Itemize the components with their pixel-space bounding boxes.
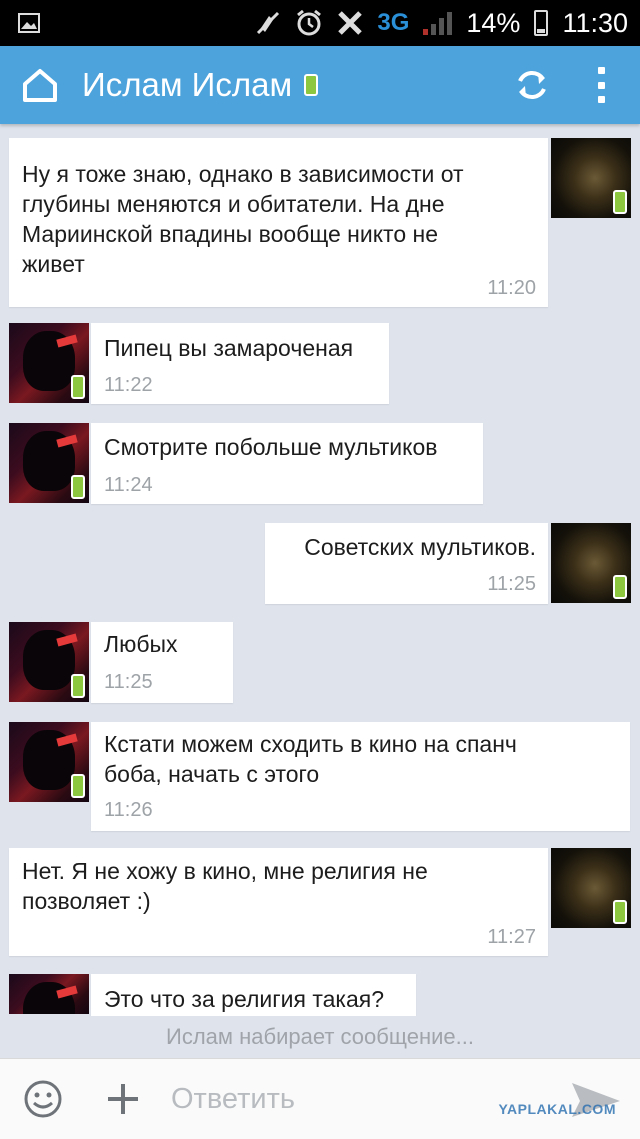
x-app-icon: [338, 11, 363, 35]
avatar[interactable]: [9, 323, 89, 403]
message-text: Ну я тоже знаю, однако в зависимости от …: [22, 161, 464, 277]
message-time: 11:25: [104, 671, 153, 693]
composer: YAPLAKAL.COM: [0, 1058, 640, 1139]
battery-icon: [534, 10, 549, 36]
status-bar: 3G 14% 11:30: [0, 0, 640, 46]
message-text: Кстати можем сходить в кино на спанч боб…: [104, 731, 517, 787]
message-outgoing: Нет. Я не хожу в кино, мне религия не по…: [9, 848, 548, 956]
message-list[interactable]: Ну я тоже знаю, однако в зависимости от …: [0, 124, 640, 1016]
mobile-online-icon: [71, 674, 85, 698]
clock: 11:30: [562, 7, 628, 38]
message-time: 11:24: [104, 474, 153, 496]
avatar[interactable]: [9, 423, 89, 503]
mobile-online-icon: [613, 575, 627, 599]
home-icon[interactable]: [20, 65, 60, 105]
avatar[interactable]: [551, 523, 631, 603]
network-type: 3G: [377, 9, 410, 36]
message-time: 11:26: [104, 799, 153, 821]
message-incoming: Любых 11:25: [91, 622, 233, 703]
message-incoming: Смотрите побольше мультиков 11:24: [91, 423, 483, 504]
chat-title: Ислам Ислам: [82, 66, 512, 104]
mobile-online-icon: [613, 190, 627, 214]
smile-icon[interactable]: [23, 1079, 63, 1119]
alarm-icon: [297, 9, 322, 36]
message-time: 11:25: [487, 573, 536, 595]
message-text: Советских мультиков.: [304, 534, 536, 560]
avatar[interactable]: [551, 138, 631, 218]
message-outgoing: Советских мультиков. 11:25: [265, 523, 548, 604]
watermark: YAPLAKAL.COM: [498, 1101, 616, 1117]
mobile-online-icon: [304, 74, 319, 96]
avatar[interactable]: [9, 974, 89, 1014]
refresh-icon[interactable]: [512, 65, 552, 105]
message-outgoing: Ну я тоже знаю, однако в зависимости от …: [9, 138, 548, 307]
mobile-online-icon: [71, 475, 85, 499]
message-incoming: Кстати можем сходить в кино на спанч боб…: [91, 722, 630, 831]
message-time: 11:22: [104, 374, 153, 396]
message-text: Это что за религия такая?: [104, 986, 384, 1012]
message-text: Любых: [104, 631, 178, 657]
plus-icon[interactable]: [105, 1081, 141, 1117]
signal-icon: [423, 11, 453, 35]
message-incoming: Это что за религия такая?: [91, 974, 416, 1016]
message-text: Нет. Я не хожу в кино, мне религия не по…: [22, 858, 428, 914]
gallery-notification-icon: [18, 13, 40, 33]
mobile-online-icon: [613, 900, 627, 924]
message-time: 11:20: [487, 277, 536, 299]
avatar[interactable]: [9, 722, 89, 802]
message-text: Пипец вы замароченая: [104, 335, 354, 361]
avatar[interactable]: [9, 622, 89, 702]
mute-icon: [257, 11, 280, 35]
message-incoming: Пипец вы замароченая 11:22: [91, 323, 389, 404]
avatar[interactable]: [551, 848, 631, 928]
message-time: 11:27: [487, 926, 536, 948]
battery-percent: 14%: [466, 7, 521, 38]
app-bar: Ислам Ислам: [0, 46, 640, 124]
typing-indicator: Ислам набирает сообщение...: [0, 1016, 640, 1058]
contact-name: Ислам Ислам: [82, 66, 293, 103]
message-text: Смотрите побольше мультиков: [104, 434, 438, 460]
overflow-menu-icon[interactable]: [596, 67, 606, 103]
mobile-online-icon: [71, 774, 85, 798]
mobile-online-icon: [71, 375, 85, 399]
